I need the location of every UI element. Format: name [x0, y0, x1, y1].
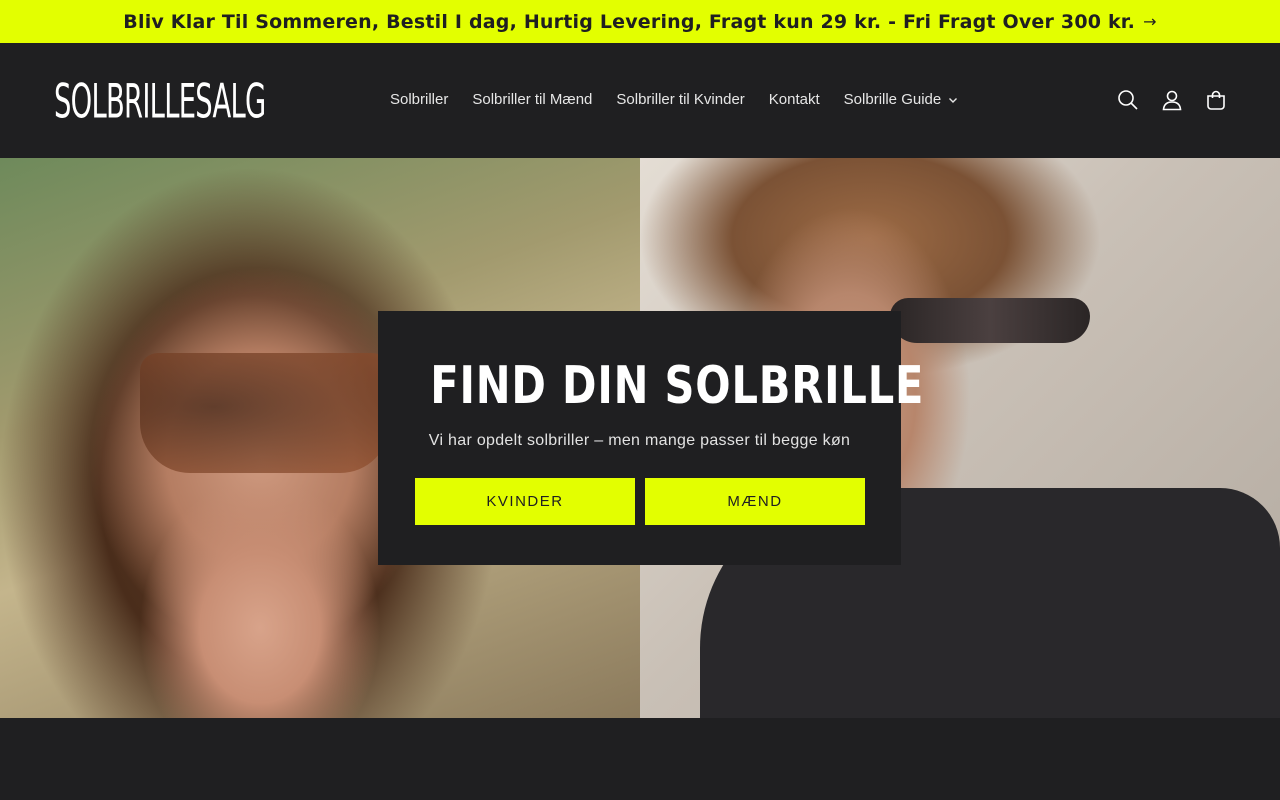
men-button[interactable]: MÆND [645, 478, 865, 525]
hero-title: FIND DIN SOLBRILLE [430, 356, 925, 416]
page-bottom-section [0, 718, 1280, 800]
women-button[interactable]: KVINDER [415, 478, 635, 525]
hero-card: FIND DIN SOLBRILLE Vi har opdelt solbril… [378, 311, 925, 565]
nav-item-solbriller-maend[interactable]: Solbriller til Mænd [460, 88, 604, 112]
announcement-text: Bliv Klar Til Sommeren, Bestil I dag, Hu… [123, 10, 1136, 33]
nav-item-kontakt[interactable]: Kontakt [757, 88, 832, 112]
arrow-right-icon: → [1143, 12, 1157, 31]
chevron-down-icon [949, 98, 958, 103]
site-logo[interactable]: SOLBRILLESALG [54, 69, 266, 134]
nav-item-solbrille-guide[interactable]: Solbrille Guide [832, 88, 971, 112]
hero-subtitle: Vi har opdelt solbriller – men mange pas… [428, 432, 851, 449]
nav-label: Kontakt [768, 91, 820, 108]
nav-item-solbriller-kvinder[interactable]: Solbriller til Kvinder [604, 88, 756, 112]
nav-label: Solbrille Guide [843, 91, 942, 108]
nav-label: Solbriller til Kvinder [616, 91, 745, 108]
account-button[interactable] [1154, 81, 1190, 119]
search-icon [1118, 90, 1138, 110]
nav-item-solbriller[interactable]: Solbriller [378, 88, 460, 112]
sunglasses-image [140, 353, 390, 473]
sunglasses-image [890, 298, 1090, 343]
nav-label: Solbriller [390, 91, 449, 108]
nav-label: Solbriller til Mænd [472, 91, 593, 108]
site-header: SOLBRILLESALG Solbriller Solbriller til … [0, 43, 1280, 158]
cart-button[interactable] [1198, 81, 1234, 119]
header-icons [1110, 81, 1234, 119]
announcement-bar[interactable]: Bliv Klar Til Sommeren, Bestil I dag, Hu… [0, 0, 1280, 43]
main-nav: Solbriller Solbriller til Mænd Solbrille… [378, 88, 970, 112]
search-button[interactable] [1110, 81, 1146, 119]
hero-banner: FIND DIN SOLBRILLE Vi har opdelt solbril… [0, 158, 1280, 718]
account-icon [1162, 90, 1182, 111]
cart-icon [1207, 90, 1225, 110]
